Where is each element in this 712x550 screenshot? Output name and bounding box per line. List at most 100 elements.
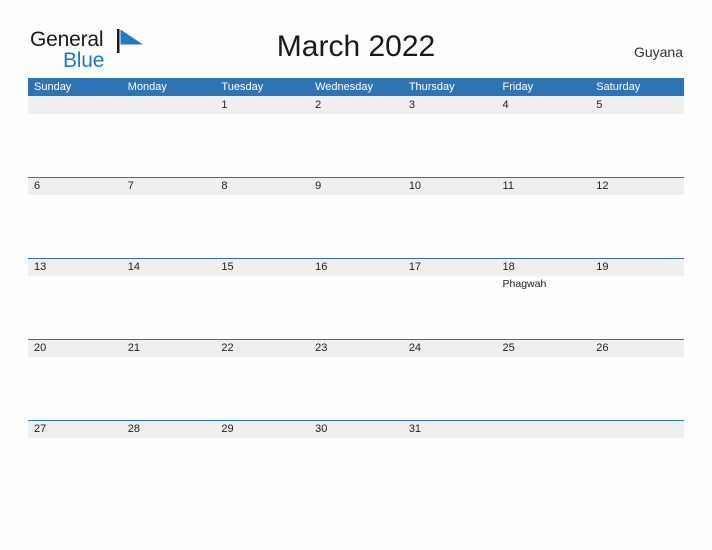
day-events — [596, 195, 684, 197]
calendar-week-row: 13 14 15 16 17 18 Phagwah 19 — [28, 258, 684, 339]
day-events — [503, 357, 591, 359]
calendar-day-cell[interactable]: 3 — [403, 96, 497, 177]
day-number — [503, 420, 591, 438]
calendar-day-cell[interactable]: 27 — [28, 420, 122, 501]
calendar-day-cell[interactable]: 22 — [215, 339, 309, 420]
day-number: 20 — [34, 342, 47, 354]
calendar-day-cell[interactable]: 24 — [403, 339, 497, 420]
day-number: 11 — [502, 180, 514, 192]
day-number: 6 — [34, 180, 41, 192]
day-events: Phagwah — [503, 276, 591, 291]
calendar-day-cell[interactable]: 23 — [309, 339, 403, 420]
day-events — [34, 357, 122, 359]
day-events — [596, 276, 684, 278]
calendar-day-cell[interactable]: 31 — [403, 420, 497, 501]
calendar-day-cell[interactable]: 6 — [28, 177, 122, 258]
day-number: 7 — [127, 180, 134, 192]
calendar-day-cell-holiday[interactable]: 18 Phagwah — [497, 258, 591, 339]
calendar-day-cell[interactable]: 5 — [590, 96, 684, 177]
day-events — [34, 438, 122, 440]
day-number: 21 — [127, 342, 140, 354]
day-events — [221, 357, 309, 359]
day-events — [503, 195, 591, 197]
page-header: General Blue March 2022 Guyana — [0, 0, 712, 78]
calendar-day-cell[interactable]: 29 — [215, 420, 309, 501]
calendar-day-cell[interactable]: 25 — [497, 339, 591, 420]
weekday-header-monday: Monday — [127, 81, 167, 93]
calendar-day-cell[interactable]: 20 — [28, 339, 122, 420]
day-events — [128, 114, 216, 116]
day-number: 23 — [315, 342, 328, 354]
day-events — [409, 276, 497, 278]
calendar-day-cell[interactable]: 21 — [122, 339, 216, 420]
day-events — [34, 276, 122, 278]
calendar-day-cell[interactable]: 7 — [122, 177, 216, 258]
calendar-day-cell[interactable]: 30 — [309, 420, 403, 501]
calendar-day-cell[interactable]: 10 — [403, 177, 497, 258]
weekday-header-sunday: Sunday — [34, 81, 72, 93]
day-number: 10 — [408, 180, 422, 192]
day-events — [596, 438, 684, 440]
calendar-day-cell[interactable]: 4 — [497, 96, 591, 177]
day-number: 24 — [408, 342, 422, 354]
calendar-day-cell[interactable]: 16 — [309, 258, 403, 339]
day-number: 30 — [315, 423, 328, 435]
calendar-day-cell[interactable]: 13 — [28, 258, 122, 339]
day-events — [315, 357, 403, 359]
calendar-day-cell[interactable] — [590, 420, 684, 501]
day-events — [221, 438, 309, 440]
calendar-day-cell[interactable]: 19 — [590, 258, 684, 339]
calendar-day-cell[interactable] — [122, 96, 216, 177]
weekday-header-row: Sunday Monday Tuesday Wednesday Thursday… — [28, 78, 684, 96]
day-number: 3 — [408, 99, 415, 111]
weekday-header-friday: Friday — [502, 81, 534, 93]
calendar-week-row: 20 21 22 23 24 25 26 — [28, 339, 684, 420]
weekday-header-saturday: Saturday — [596, 81, 641, 93]
calendar-day-cell[interactable]: 12 — [590, 177, 684, 258]
day-events — [503, 114, 591, 116]
day-number: 2 — [315, 99, 322, 111]
day-events — [315, 438, 403, 440]
calendar-day-cell[interactable] — [497, 420, 591, 501]
calendar-day-cell[interactable]: 2 — [309, 96, 403, 177]
page-title: March 2022 — [276, 30, 436, 63]
day-events — [221, 276, 309, 278]
day-number: 12 — [596, 180, 609, 192]
calendar-day-cell[interactable]: 28 — [122, 420, 216, 501]
calendar-day-cell[interactable] — [28, 96, 122, 177]
day-events — [128, 276, 216, 278]
calendar-day-cell[interactable]: 1 — [215, 96, 309, 177]
day-number: 29 — [221, 423, 234, 435]
day-events — [409, 357, 497, 359]
calendar-day-cell[interactable]: 26 — [590, 339, 684, 420]
day-events — [34, 114, 122, 116]
weekday-header-thursday: Thursday — [408, 81, 455, 93]
day-events — [315, 276, 403, 278]
day-number: 28 — [127, 423, 140, 435]
day-events — [503, 438, 591, 440]
day-number: 27 — [34, 423, 47, 435]
day-number — [128, 96, 216, 114]
calendar-week-row: 27 28 29 30 31 — [28, 420, 684, 501]
calendar-day-cell[interactable]: 14 — [122, 258, 216, 339]
country-label: Guyana — [633, 44, 683, 60]
calendar-day-cell[interactable]: 15 — [215, 258, 309, 339]
calendar-day-cell[interactable]: 9 — [309, 177, 403, 258]
day-events — [409, 195, 497, 197]
calendar-grid: Sunday Monday Tuesday Wednesday Thursday… — [28, 78, 684, 501]
calendar-week-row: 6 7 8 9 10 11 12 — [28, 177, 684, 258]
day-events — [128, 357, 216, 359]
day-number — [596, 420, 684, 438]
day-number: 19 — [596, 261, 609, 273]
calendar-day-cell[interactable]: 8 — [215, 177, 309, 258]
calendar-day-cell[interactable]: 17 — [403, 258, 497, 339]
day-number: 17 — [408, 261, 422, 273]
day-events — [409, 438, 497, 440]
calendar-day-cell[interactable]: 11 — [497, 177, 591, 258]
day-number: 15 — [221, 261, 234, 273]
day-number: 26 — [596, 342, 609, 354]
day-number: 18 — [502, 261, 515, 273]
day-events — [315, 195, 403, 197]
day-events — [221, 195, 309, 197]
day-number: 14 — [127, 261, 140, 273]
